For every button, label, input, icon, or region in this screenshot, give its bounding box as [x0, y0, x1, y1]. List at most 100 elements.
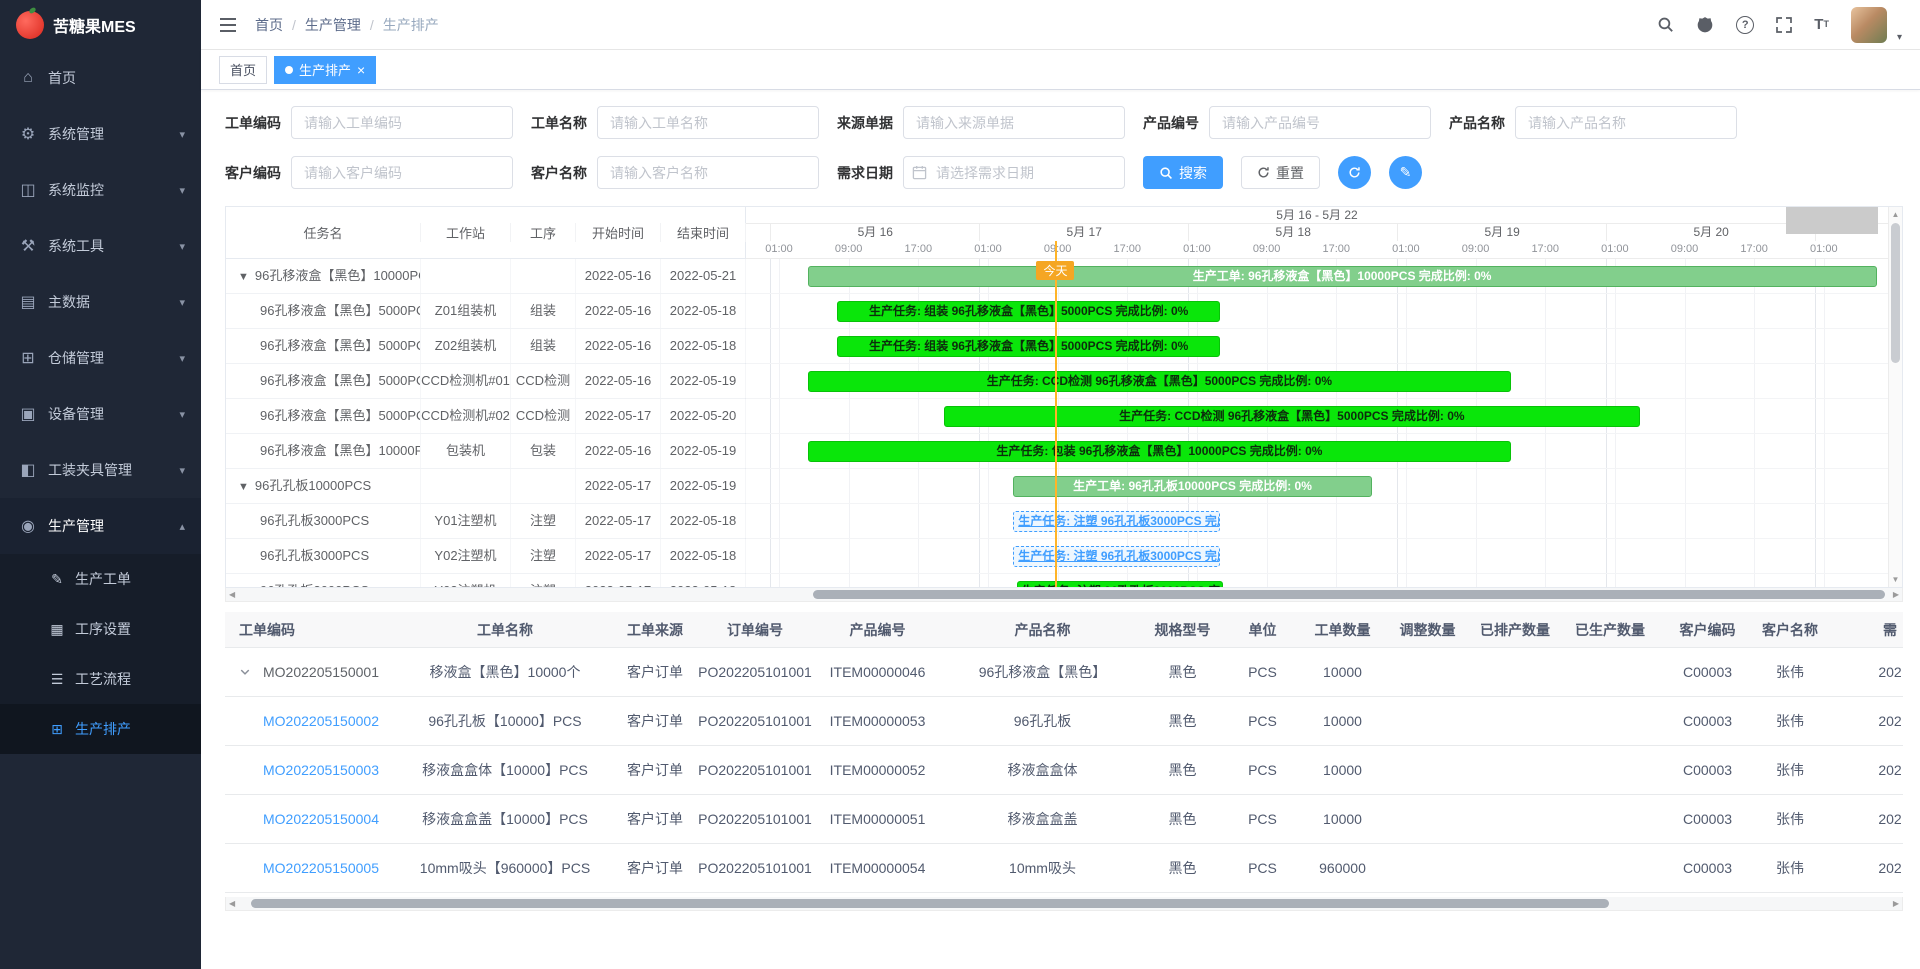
submenu-production: ✎生产工单▦工序设置☰工艺流程⊞生产排产: [0, 554, 201, 754]
gantt-task-row[interactable]: ▼96孔孔板10000PCS2022-05-172022-05-19: [226, 469, 745, 504]
workorder-code-input[interactable]: [291, 106, 513, 139]
table-column-header: 工单来源: [615, 620, 695, 640]
table-row[interactable]: MO20220515000296孔孔板【10000】PCS客户订单PO20220…: [225, 697, 1903, 746]
sidebar-item-system-tools[interactable]: ⚒系统工具▾: [0, 218, 201, 274]
hamburger-icon[interactable]: [219, 17, 237, 33]
gantt-bar[interactable]: 生产任务: 包装 96孔移液盒【黑色】10000PCS 完成比例: 0%: [808, 441, 1511, 462]
refresh-button[interactable]: [1338, 156, 1371, 189]
search-icon[interactable]: [1657, 16, 1674, 33]
demand-date-input[interactable]: [903, 156, 1125, 189]
gantt-task-row[interactable]: 96孔移液盒【黑色】5000PCSZ02组装机组装2022-05-162022-…: [226, 329, 745, 364]
sidebar-item-home[interactable]: ⌂首页: [0, 50, 201, 106]
gantt-task-row[interactable]: 96孔孔板3000PCSY03注塑机注塑2022-05-172022-05-18: [226, 574, 745, 588]
gantt-bar[interactable]: 生产任务: 注塑 96孔孔板3000PCS 完成比例: 0%: [1013, 511, 1220, 532]
gantt-vertical-scrollbar[interactable]: ▲ ▼: [1888, 207, 1902, 587]
gantt-task-row[interactable]: 96孔移液盒【黑色】10000PCS包装机包装2022-05-162022-05…: [226, 434, 745, 469]
sidebar-item-system-mgmt[interactable]: ⚙系统管理▾: [0, 106, 201, 162]
gantt-day-label: 5月 18: [1188, 224, 1397, 241]
gantt-bar[interactable]: 生产任务: CCD检测 96孔移液盒【黑色】5000PCS 完成比例: 0%: [944, 406, 1641, 427]
source-doc-input[interactable]: [903, 106, 1125, 139]
caret-down-icon[interactable]: ▼: [238, 481, 249, 493]
workorder-code-link[interactable]: MO202205150001: [263, 664, 379, 680]
sidebar-item-fixture[interactable]: ◧工装夹具管理▾: [0, 442, 201, 498]
gantt-bar[interactable]: 生产任务: CCD检测 96孔移液盒【黑色】5000PCS 完成比例: 0%: [808, 371, 1511, 392]
gantt-horizontal-scrollbar[interactable]: ◀ ▶: [225, 588, 1903, 602]
workorder-code-link[interactable]: MO202205150002: [263, 713, 379, 729]
scroll-down-arrow-icon[interactable]: ▼: [1889, 575, 1902, 584]
workorder-code-link[interactable]: MO202205150003: [263, 762, 379, 778]
reset-button[interactable]: 重置: [1241, 156, 1320, 189]
scroll-up-arrow-icon[interactable]: ▲: [1889, 210, 1902, 219]
question-icon[interactable]: ?: [1736, 16, 1754, 34]
table-row[interactable]: MO202205150003移液盒盒体【10000】PCS客户订单PO20220…: [225, 746, 1903, 795]
sidebar-item-production[interactable]: ◉生产管理▴: [0, 498, 201, 554]
sidebar-subitem-process-flow[interactable]: ☰工艺流程: [0, 654, 201, 704]
cell-customer_name: 张伟: [1750, 711, 1830, 731]
cell-end-time: 2022-05-18: [661, 294, 746, 328]
customer-name-input[interactable]: [597, 156, 819, 189]
cell-end-time: 2022-05-19: [661, 434, 746, 468]
table-row[interactable]: MO202205150001移液盒【黑色】10000个客户订单PO2022051…: [225, 648, 1903, 697]
cell-qty: 960000: [1305, 860, 1380, 876]
gantt-bar[interactable]: 生产工单: 96孔孔板10000PCS 完成比例: 0%: [1013, 476, 1372, 497]
cell-process: 组装: [511, 329, 576, 363]
tab-home[interactable]: 首页: [219, 56, 267, 84]
gantt-bar[interactable]: 生产任务: 组装 96孔移液盒【黑色】5000PCS 完成比例: 0%: [837, 301, 1220, 322]
gantt-task-row[interactable]: 96孔孔板3000PCSY01注塑机注塑2022-05-172022-05-18: [226, 504, 745, 539]
sidebar-item-master-data[interactable]: ▤主数据▾: [0, 274, 201, 330]
tab-scheduling[interactable]: 生产排产×: [274, 56, 376, 84]
workorder-code-link[interactable]: MO202205150004: [263, 811, 379, 827]
scroll-left-arrow-icon[interactable]: ◀: [229, 590, 235, 599]
edit-button[interactable]: ✎: [1389, 156, 1422, 189]
font-size-icon[interactable]: TT: [1814, 17, 1829, 32]
cell-customer_name: 张伟: [1750, 760, 1830, 780]
sidebar-item-warehouse[interactable]: ⊞仓储管理▾: [0, 330, 201, 386]
scroll-right-arrow-icon[interactable]: ▶: [1893, 590, 1899, 599]
sidebar-subitem-scheduling[interactable]: ⊞生产排产: [0, 704, 201, 754]
cell-spec: 黑色: [1145, 858, 1220, 878]
gantt-week-label: 5月 16 - 5月 22: [746, 207, 1888, 224]
table-row[interactable]: MO202205150004移液盒盒盖【10000】PCS客户订单PO20220…: [225, 795, 1903, 844]
cell-end-time: 2022-05-18: [661, 504, 746, 538]
app-logo[interactable]: 苦糖果MES: [0, 0, 201, 50]
horizontal-scroll-thumb[interactable]: [251, 899, 1609, 908]
gantt-task-row[interactable]: 96孔移液盒【黑色】5000PCSZ01组装机组装2022-05-162022-…: [226, 294, 745, 329]
sidebar-subitem-process-setting[interactable]: ▦工序设置: [0, 604, 201, 654]
table-row[interactable]: MO20220515000510mm吸头【960000】PCS客户订单PO202…: [225, 844, 1903, 893]
product-no-input[interactable]: [1209, 106, 1431, 139]
breadcrumb-item[interactable]: 生产管理: [305, 15, 361, 35]
horizontal-scroll-thumb[interactable]: [813, 590, 1886, 599]
gantt-bar[interactable]: 生产任务: 注塑 96孔孔板3000PCS 完成比例: 0%: [1013, 546, 1220, 567]
gantt-bar[interactable]: 生产任务: 注塑 96孔孔板3000PCS 完成比例: 0%: [1017, 581, 1224, 587]
breadcrumb-item[interactable]: 首页: [255, 15, 283, 35]
gantt-task-row[interactable]: ▼96孔移液盒【黑色】10000PCS2022-05-162022-05-21: [226, 259, 745, 294]
filter-label: 产品名称: [1449, 113, 1505, 133]
gantt-task-row[interactable]: 96孔移液盒【黑色】5000PCSCCD检测机#01CCD检测2022-05-1…: [226, 364, 745, 399]
gantt-task-row[interactable]: 96孔孔板3000PCSY02注塑机注塑2022-05-172022-05-18: [226, 539, 745, 574]
cell-demand: 202: [1830, 713, 1903, 729]
scroll-left-arrow-icon[interactable]: ◀: [229, 899, 235, 908]
workorder-name-input[interactable]: [597, 106, 819, 139]
gantt-column-header: 工作站: [421, 223, 511, 242]
product-name-input[interactable]: [1515, 106, 1737, 139]
avatar[interactable]: [1851, 7, 1887, 43]
cell-customer_name: 张伟: [1750, 858, 1830, 878]
github-icon[interactable]: [1696, 16, 1714, 34]
close-icon[interactable]: ×: [357, 63, 365, 77]
gantt-bar[interactable]: 生产任务: 组装 96孔移液盒【黑色】5000PCS 完成比例: 0%: [837, 336, 1220, 357]
sidebar-subitem-work-order[interactable]: ✎生产工单: [0, 554, 201, 604]
gantt-task-row[interactable]: 96孔移液盒【黑色】5000PCSCCD检测机#02CCD检测2022-05-1…: [226, 399, 745, 434]
customer-code-input[interactable]: [291, 156, 513, 189]
gantt-bar[interactable]: 生产工单: 96孔移液盒【黑色】10000PCS 完成比例: 0%: [808, 266, 1877, 287]
search-button[interactable]: 搜索: [1143, 156, 1223, 189]
workorder-code-link[interactable]: MO202205150005: [263, 860, 379, 876]
vertical-scroll-thumb[interactable]: [1891, 223, 1900, 363]
scroll-right-arrow-icon[interactable]: ▶: [1893, 899, 1899, 908]
gantt-chart-row: 生产任务: 注塑 96孔孔板3000PCS 完成比例: 0%: [746, 539, 1888, 574]
caret-down-icon[interactable]: ▼: [238, 271, 249, 283]
sidebar-item-equipment[interactable]: ▣设备管理▾: [0, 386, 201, 442]
table-horizontal-scrollbar[interactable]: ◀ ▶: [225, 897, 1903, 911]
sidebar-item-system-monitor[interactable]: ◫系统监控▾: [0, 162, 201, 218]
fullscreen-icon[interactable]: [1776, 17, 1792, 33]
chevron-down-icon[interactable]: [239, 666, 263, 678]
